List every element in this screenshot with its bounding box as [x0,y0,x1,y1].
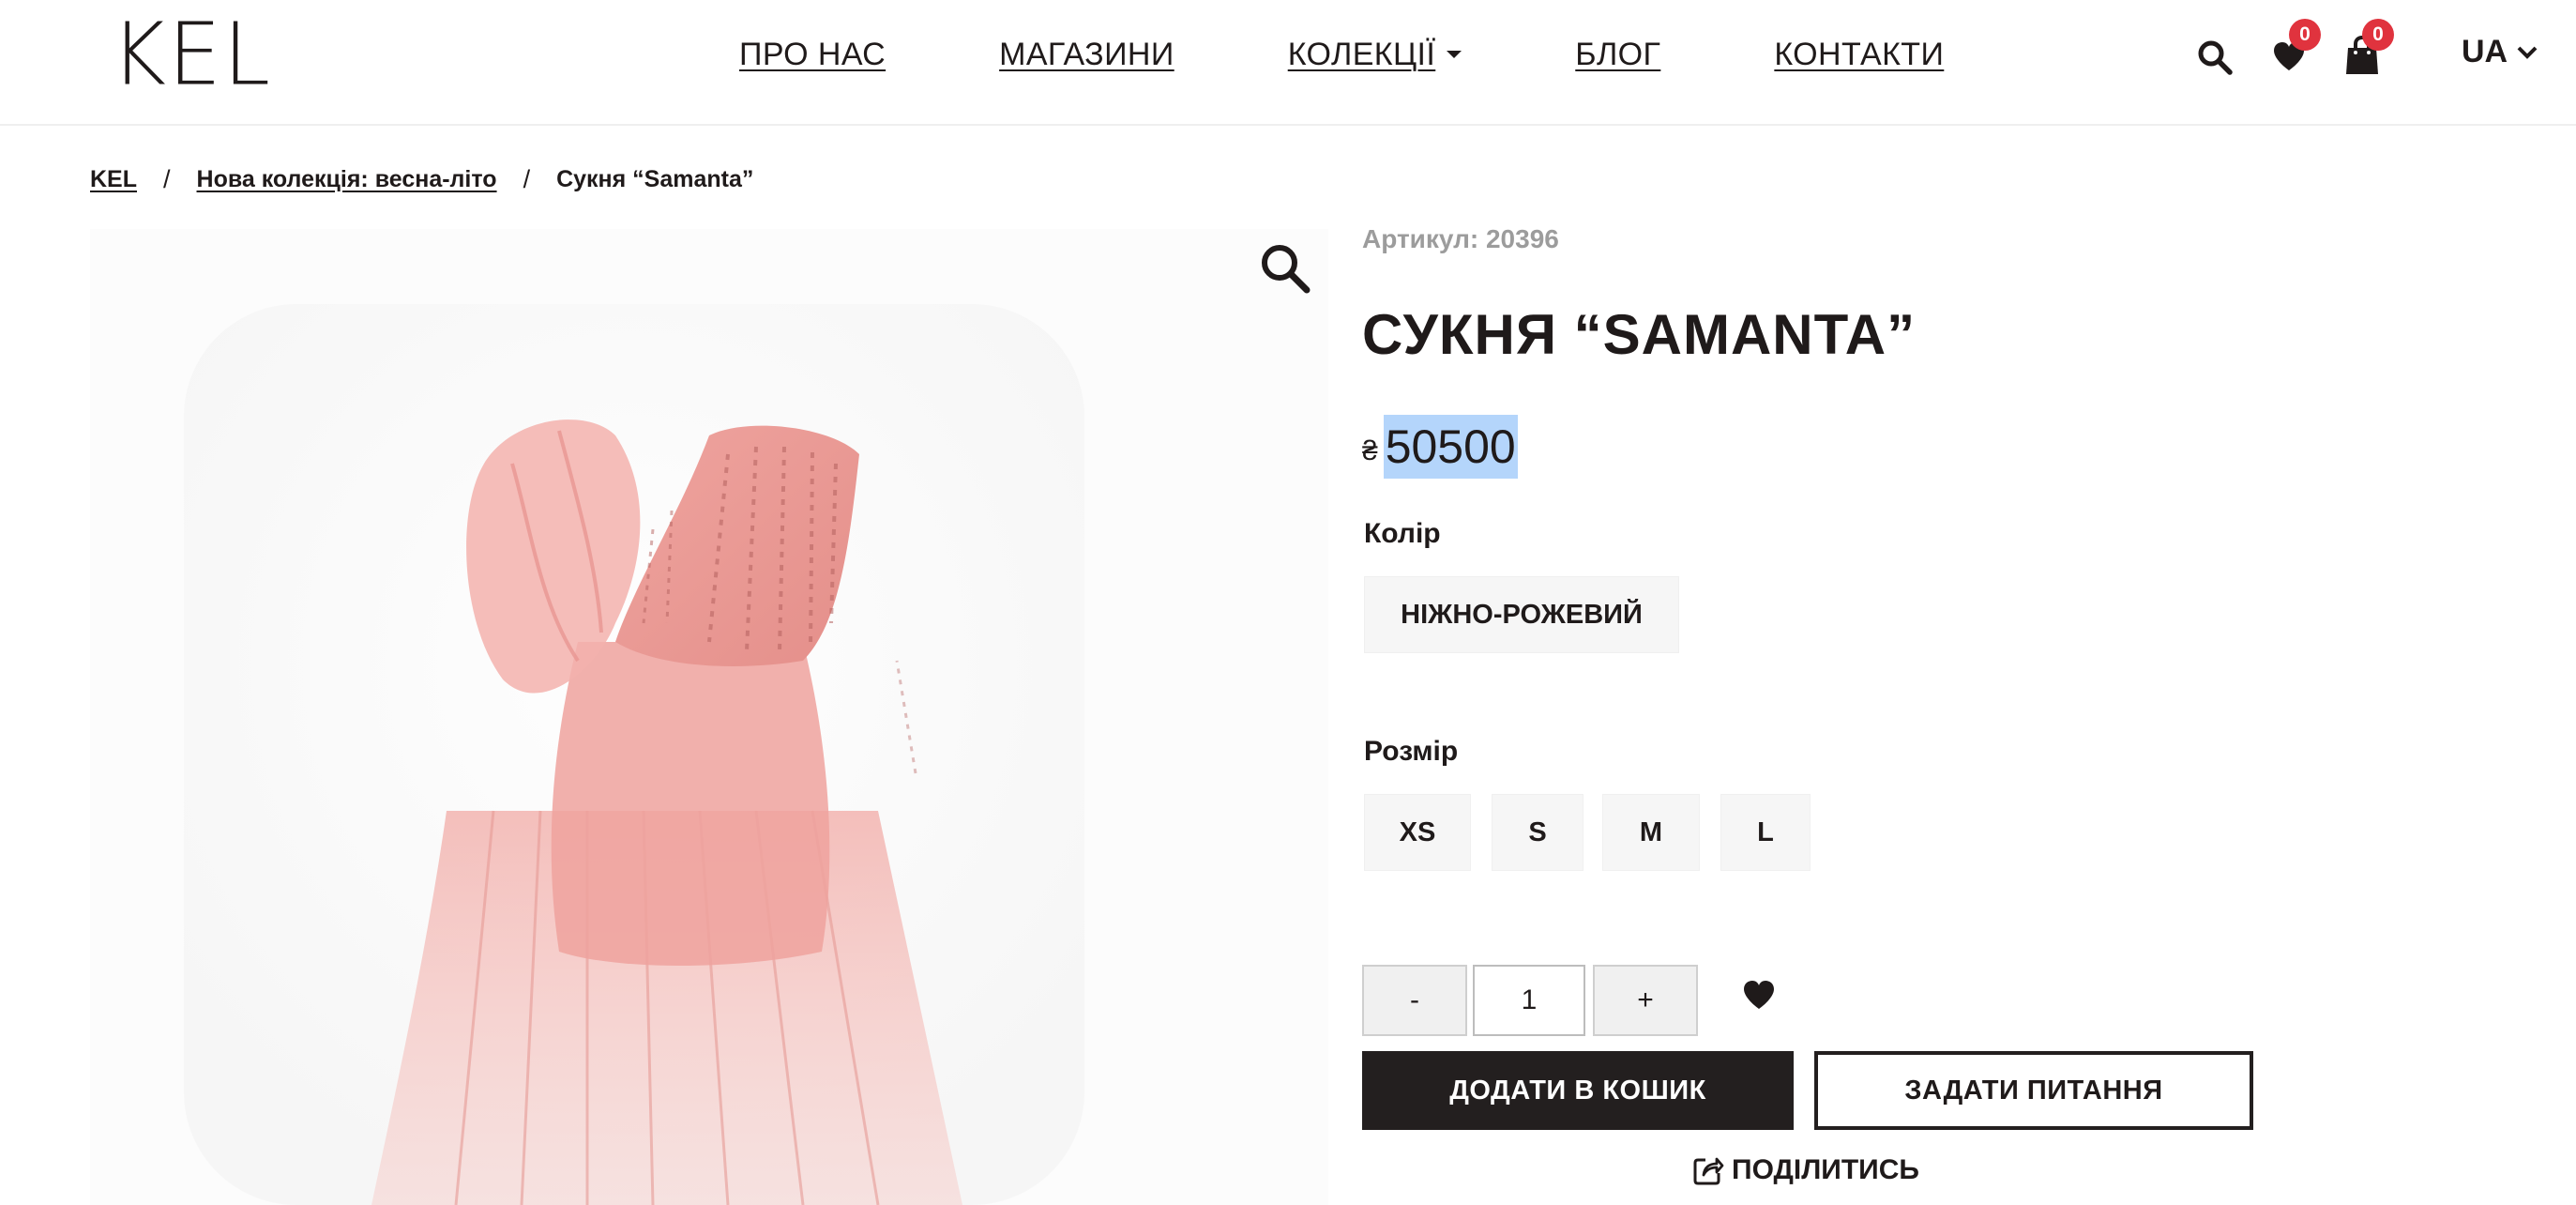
nav-item-label: БЛОГ [1575,36,1661,72]
quantity-decrease-button[interactable]: - [1362,965,1467,1036]
breadcrumb-collection-link[interactable]: Нова колекція: весна-літо [197,166,497,193]
product-sku: Артикул: 20396 [1362,224,1559,253]
chevron-down-icon [2517,46,2538,59]
breadcrumb-current: Сукня “Samanta” [556,166,754,192]
wishlist-button[interactable]: 0 [2270,19,2321,75]
breadcrumb-separator: / [523,165,531,193]
size-label: Розмір [1364,736,1459,767]
main-nav: ПРО НАС МАГАЗИНИ КОЛЕКЦІЇ БЛОГ КОНТАКТИ [739,34,1944,75]
nav-item-label: КОЛЕКЦІЇ [1287,36,1436,72]
nav-item-blog[interactable]: БЛОГ [1575,37,1660,73]
color-label: Колір [1364,518,1441,549]
language-selector[interactable]: UA [2462,34,2538,70]
nav-item-label: МАГАЗИНИ [999,36,1174,72]
breadcrumb-home-link[interactable]: KEL [90,166,137,193]
currency-symbol: ₴ [1362,435,1378,466]
nav-item-contacts[interactable]: КОНТАКТИ [1774,37,1944,73]
size-option-l[interactable]: L [1720,794,1811,871]
size-option-xs[interactable]: XS [1364,794,1471,871]
quantity-increase-button[interactable]: + [1593,965,1698,1036]
wishlist-count-badge: 0 [2289,19,2321,51]
caret-down-icon [1447,51,1462,58]
price-value: 50500 [1383,415,1518,479]
site-header: KEL ПРО НАС МАГАЗИНИ КОЛЕКЦІЇ БЛОГ КОНТА… [0,0,2576,126]
quantity-input[interactable] [1473,965,1585,1036]
product-image[interactable] [90,229,1328,1205]
search-icon[interactable] [2197,39,2233,75]
zoom-icon[interactable] [1259,242,1311,295]
dress-photo [90,229,1328,1205]
breadcrumb-separator: / [163,165,171,193]
nav-item-about[interactable]: ПРО НАС [739,37,886,73]
nav-item-label: КОНТАКТИ [1774,36,1945,72]
nav-item-label: ПРО НАС [739,36,886,72]
language-label: UA [2462,34,2508,69]
breadcrumb: KEL / Нова колекція: весна-літо / Сукня … [90,165,753,194]
nav-item-collections[interactable]: КОЛЕКЦІЇ [1288,37,1462,73]
share-button[interactable]: ПОДІЛИТИСЬ [1692,1154,1919,1186]
product-title: СУКНЯ “SAMANTA” [1362,303,1917,366]
add-to-wishlist-heart-icon[interactable] [1741,980,1777,1010]
size-option-s[interactable]: S [1492,794,1583,871]
cart-button[interactable]: 0 [2345,19,2394,77]
share-label: ПОДІЛИТИСЬ [1732,1154,1919,1185]
site-logo[interactable]: KEL [111,12,272,99]
color-option[interactable]: НІЖНО-РОЖЕВИЙ [1364,576,1679,653]
product-price: ₴ 50500 [1362,415,1518,479]
nav-item-stores[interactable]: МАГАЗИНИ [999,37,1174,73]
ask-question-button[interactable]: ЗАДАТИ ПИТАННЯ [1814,1051,2253,1130]
share-icon [1693,1157,1724,1185]
cart-count-badge: 0 [2362,19,2394,51]
add-to-cart-button[interactable]: ДОДАТИ В КОШИК [1362,1051,1794,1130]
size-option-m[interactable]: M [1602,794,1700,871]
